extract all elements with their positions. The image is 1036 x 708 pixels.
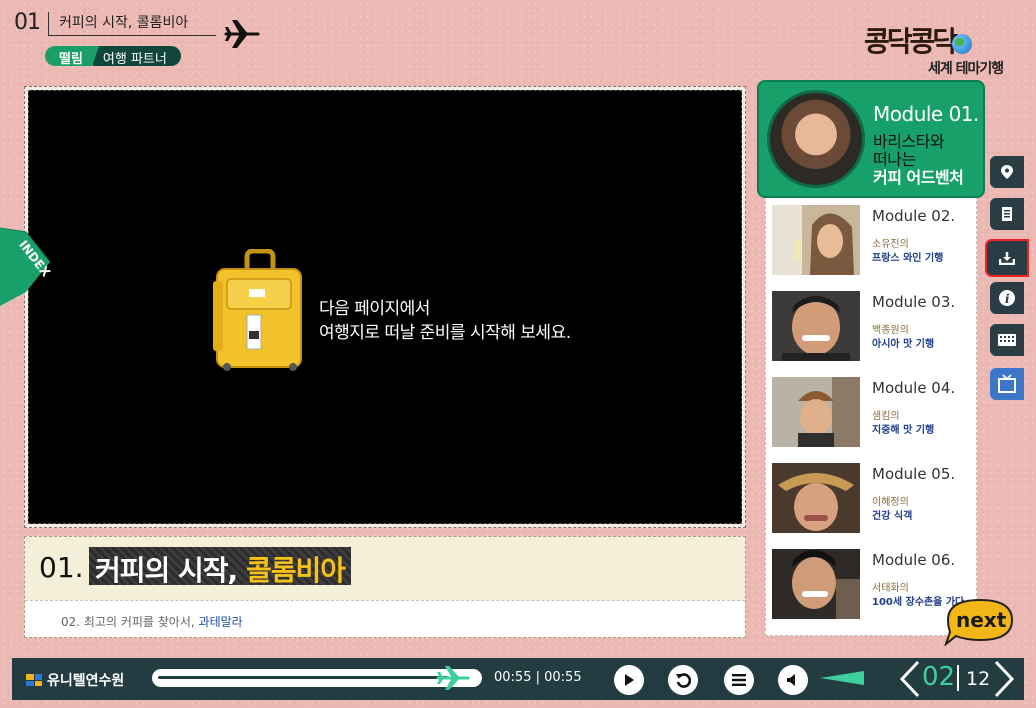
video-message-line2: 여행지로 떠날 준비를 시작해 보세요. (319, 323, 571, 343)
tag-primary: 떨림 (45, 46, 99, 66)
module-theme: 지중해 맛 기행 (872, 425, 935, 436)
module-label: Module 01. (873, 102, 979, 126)
play-button[interactable] (614, 665, 644, 695)
next-page-button[interactable] (992, 660, 1016, 698)
progress-fill (158, 676, 448, 679)
course-title: 커피의 시작, 콜롬비아 (48, 12, 217, 36)
video-message-line1: 다음 페이지에서 (319, 299, 430, 319)
video-player[interactable]: 다음 페이지에서 여행지로 떠날 준비를 시작해 보세요. (28, 90, 742, 524)
logo-sub-text: 세계 테마기행 (928, 61, 1004, 77)
module-theme: 아시아 맛 기행 (872, 339, 935, 350)
video-message: 다음 페이지에서 여행지로 떠날 준비를 시작해 보세요. (319, 297, 571, 345)
index-tab[interactable]: INDEX (0, 218, 58, 306)
next-episode-link[interactable]: 02. 최고의 커피를 찾아서, 과테말라 (61, 613, 243, 630)
progress-handle-airplane-icon[interactable] (436, 663, 472, 693)
module-person: 샘킴의 (872, 411, 900, 422)
page-separator (957, 665, 959, 691)
next-episode-highlight: 과테말라 (198, 615, 243, 629)
module-item-04[interactable]: Module 04. 샘킴의 지중해 맛 기행 (772, 369, 972, 449)
replay-button[interactable] (668, 665, 698, 695)
episode-title-text: 커피의 시작, (95, 554, 246, 587)
module-label: Module 04. (872, 379, 956, 397)
player-control-bar: 유니텔연수원 00:55 | 00:55 02 12 (12, 658, 1024, 700)
module-label: Module 06. (872, 551, 956, 569)
download-icon[interactable] (985, 239, 1029, 277)
module-person: 서태화의 (872, 583, 909, 594)
org-name: 유니텔연수원 (47, 673, 125, 689)
globe-icon (952, 34, 972, 54)
next-button-label: next (956, 608, 1007, 632)
module-item-02[interactable]: Module 02. 소유진의 프랑스 와인 기행 (772, 197, 972, 277)
next-button[interactable]: next (942, 596, 1016, 646)
progress-bar[interactable] (152, 666, 482, 690)
module-person: 백종원의 (872, 325, 909, 336)
video-frame: 다음 페이지에서 여행지로 떠날 준비를 시작해 보세요. (24, 86, 746, 528)
volume-button[interactable] (778, 665, 808, 695)
module-person: 이혜정의 (872, 497, 909, 508)
module-label: Module 03. (872, 293, 956, 311)
module-item-03[interactable]: Module 03. 백종원의 아시아 맛 기행 (772, 283, 972, 363)
svg-text:i: i (1005, 292, 1010, 306)
org-logo-icon (26, 674, 42, 686)
suitcase-icon (213, 249, 302, 371)
program-logo: 콩닥콩닥 세계 테마기행 (860, 20, 1020, 80)
episode-tag: 떨림 여행 파트너 (45, 46, 181, 66)
module-thumbnail (772, 463, 860, 533)
episode-title: 커피의 시작, 콜롬비아 (89, 547, 351, 587)
keyboard-icon[interactable] (990, 324, 1024, 356)
menu-button[interactable] (724, 665, 754, 695)
course-number: 01 (14, 10, 41, 35)
tag-secondary: 여행 파트너 (92, 46, 181, 66)
page-total: 12 (966, 668, 991, 690)
episode-title-highlight: 콜롬비아 (245, 554, 346, 587)
title-panel-lower: 02. 최고의 커피를 찾아서, 과테말라 (25, 600, 745, 637)
title-panel: 01. 커피의 시작, 콜롬비아 02. 최고의 커피를 찾아서, 과테말라 (24, 536, 746, 638)
time-display: 00:55 | 00:55 (494, 670, 582, 685)
module-thumbnail (772, 205, 860, 275)
module-theme: 프랑스 와인 기행 (872, 253, 944, 264)
logo-main-text: 콩닥콩닥 (864, 25, 958, 58)
time-total: 00:55 (544, 670, 582, 685)
tv-icon[interactable] (990, 368, 1024, 400)
episode-number: 01. (39, 551, 84, 584)
stage: 01 커피의 시작, 콜롬비아 떨림 여행 파트너 콩닥콩닥 세계 테마기행 다… (0, 0, 1036, 708)
document-icon[interactable] (990, 198, 1024, 230)
info-icon[interactable]: i (990, 282, 1024, 314)
module-list: Module 02. 소유진의 프랑스 와인 기행 Module 03. 백종원… (765, 196, 977, 636)
page-current: 02 (922, 662, 956, 692)
map-pin-icon[interactable] (990, 156, 1024, 188)
module-desc-line3: 커피 어드벤처 (873, 168, 964, 187)
module-host-photo (767, 90, 865, 188)
airplane-icon (224, 20, 260, 48)
prev-page-button[interactable] (898, 660, 922, 698)
module-thumbnail (772, 377, 860, 447)
time-current: 00:55 (494, 670, 532, 685)
org-logo: 유니텔연수원 (26, 670, 124, 690)
module-label: Module 02. (872, 207, 956, 225)
module-label: Module 05. (872, 465, 956, 483)
module-item-05[interactable]: Module 05. 이혜정의 건강 식객 (772, 455, 972, 535)
next-episode-text: 02. 최고의 커피를 찾아서, (61, 615, 199, 629)
module-item-01-active[interactable]: Module 01. 바리스타와 떠나는 커피 어드벤처 (757, 80, 985, 198)
module-thumbnail (772, 549, 860, 619)
module-thumbnail (772, 291, 860, 361)
volume-slider[interactable] (820, 671, 864, 685)
module-theme: 건강 식객 (872, 511, 913, 522)
module-person: 소유진의 (872, 239, 909, 250)
